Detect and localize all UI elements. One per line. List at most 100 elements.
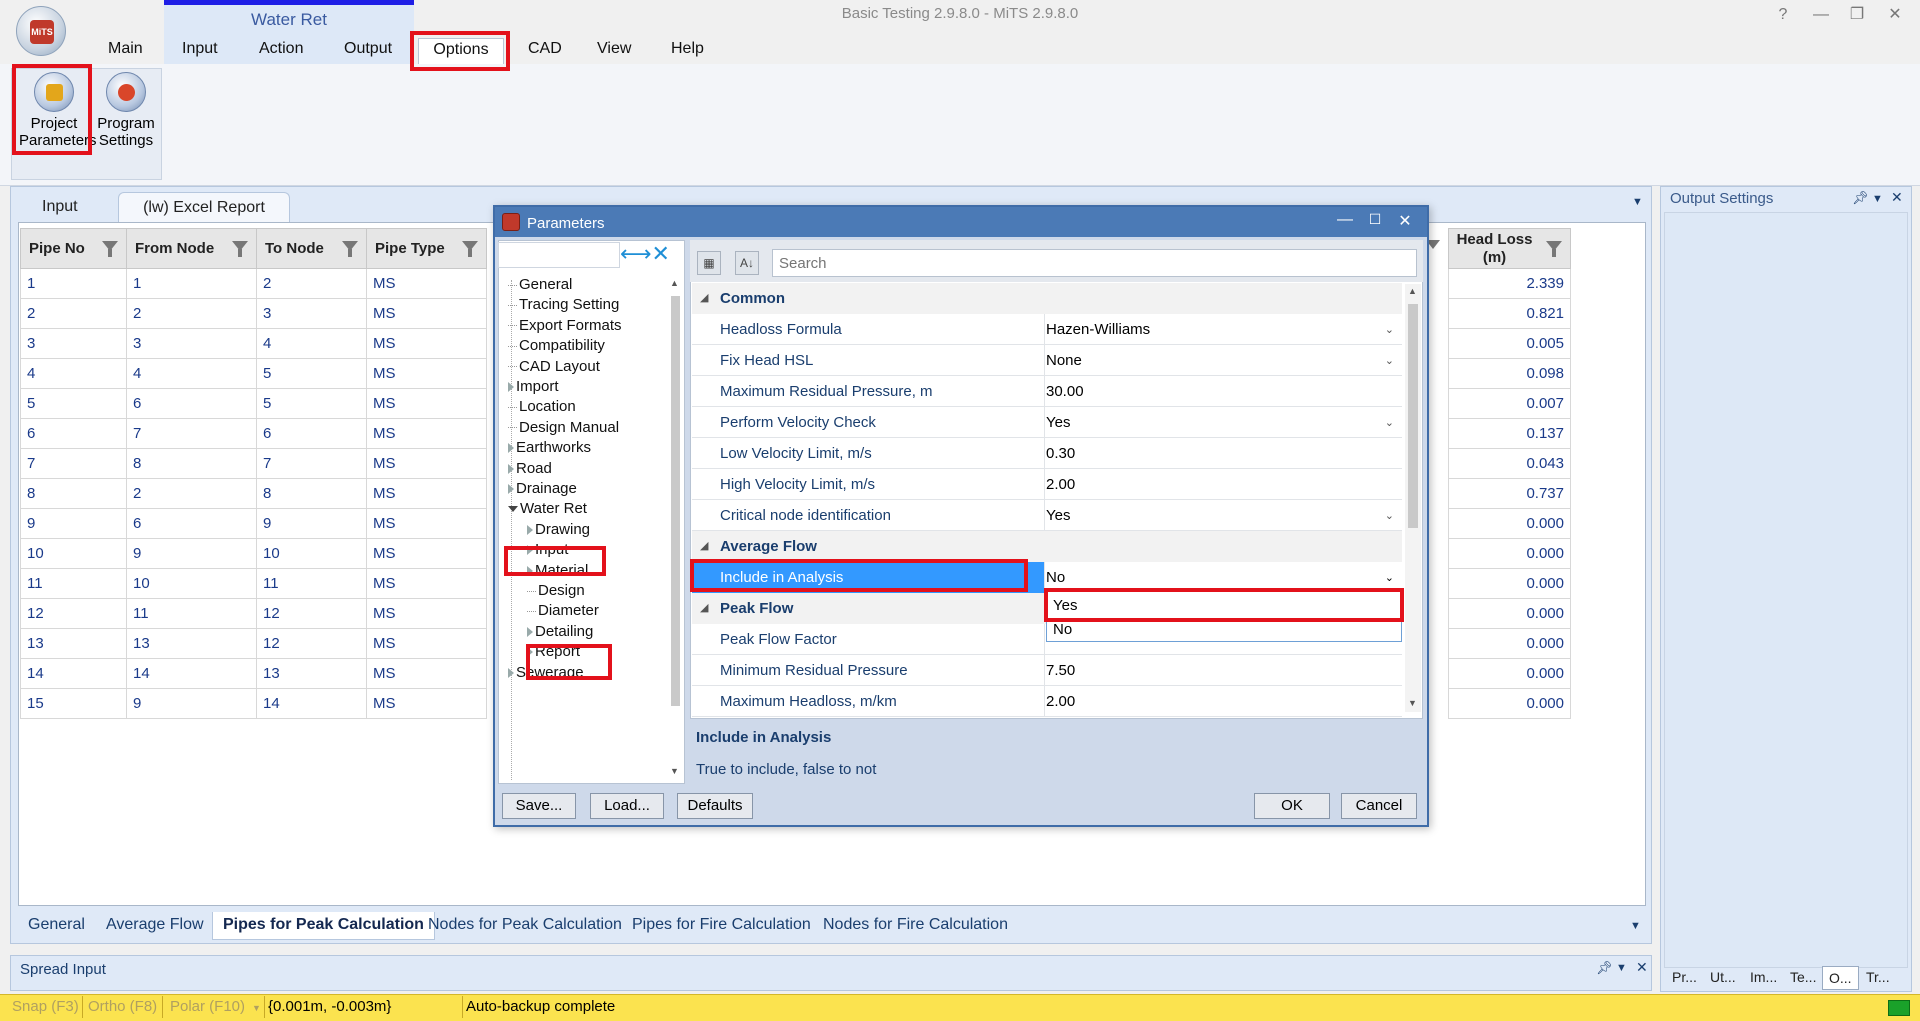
table-cell[interactable]: MS (366, 298, 487, 329)
filter-icon[interactable] (1546, 241, 1562, 257)
table-cell[interactable]: 10 (20, 538, 127, 569)
table-cell[interactable]: 14 (20, 658, 127, 689)
tree-item[interactable]: Export Formats (508, 317, 622, 334)
table-row[interactable]: 4 4 5 MS (20, 358, 487, 389)
filter-icon[interactable] (462, 241, 478, 257)
table-row[interactable]: 2 2 3 MS (20, 298, 487, 329)
dropdown-option-no[interactable]: No (1053, 621, 1072, 638)
table-cell[interactable]: 2 (256, 268, 367, 299)
doc-tabs-menu-icon[interactable]: ▼ (1632, 196, 1643, 208)
col-header-pipe-no[interactable]: Pipe No (20, 228, 127, 269)
table-cell[interactable]: 5 (20, 388, 127, 419)
table-cell[interactable]: MS (366, 628, 487, 659)
categorized-view-icon[interactable]: ▦ (697, 251, 721, 275)
table-cell[interactable]: 4 (126, 358, 257, 389)
chevron-down-icon[interactable]: ▼ (1872, 193, 1883, 205)
scroll-down-icon[interactable]: ▼ (1408, 698, 1417, 708)
table-row[interactable]: 0.000 (1448, 688, 1571, 719)
table-row[interactable]: 0.005 (1448, 328, 1571, 359)
table-cell[interactable]: 4 (256, 328, 367, 359)
table-row[interactable]: 15 9 14 MS (20, 688, 487, 719)
table-cell[interactable]: 9 (126, 688, 257, 719)
table-cell[interactable]: 1 (20, 268, 127, 299)
table-cell[interactable]: 3 (256, 298, 367, 329)
table-row[interactable]: 0.098 (1448, 358, 1571, 389)
tree-item[interactable]: Import (508, 378, 559, 395)
table-cell[interactable]: MS (366, 568, 487, 599)
tree-item[interactable]: Road (508, 460, 552, 477)
tree-item[interactable]: Diameter (527, 602, 599, 619)
table-row[interactable]: 3 3 4 MS (20, 328, 487, 359)
table-cell[interactable]: 3 (126, 328, 257, 359)
head-loss-cell[interactable]: 0.000 (1448, 598, 1571, 629)
tree-item[interactable]: Compatibility (508, 337, 605, 354)
table-row[interactable]: 13 13 12 MS (20, 628, 487, 659)
table-cell[interactable]: 7 (20, 448, 127, 479)
table-row[interactable]: 6 7 6 MS (20, 418, 487, 449)
table-row[interactable]: 1 1 2 MS (20, 268, 487, 299)
otab-ut[interactable]: Ut... (1704, 966, 1742, 990)
table-cell[interactable]: MS (366, 538, 487, 569)
table-row[interactable]: 0.000 (1448, 628, 1571, 659)
table-row[interactable]: 2.339 (1448, 268, 1571, 299)
expand-arrow-icon[interactable] (508, 484, 514, 495)
tree-item[interactable]: General (508, 276, 572, 293)
table-cell[interactable]: 2 (126, 478, 257, 509)
prop-critical-node[interactable]: Critical node identification Yes ⌄ (692, 500, 1402, 531)
col-header-from-node[interactable]: From Node (126, 228, 257, 269)
table-cell[interactable]: MS (366, 508, 487, 539)
table-cell[interactable]: 10 (256, 538, 367, 569)
table-cell[interactable]: 11 (256, 568, 367, 599)
table-row[interactable]: 10 9 10 MS (20, 538, 487, 569)
dialog-minimize-button[interactable]: — (1333, 211, 1357, 229)
table-row[interactable]: 0.000 (1448, 568, 1571, 599)
head-loss-cell[interactable]: 0.137 (1448, 418, 1571, 449)
prop-max-residual[interactable]: Maximum Residual Pressure, m 30.00 (692, 376, 1402, 407)
table-row[interactable]: 0.007 (1448, 388, 1571, 419)
table-cell[interactable]: MS (366, 328, 487, 359)
category-average-flow[interactable]: ◢ Average Flow (692, 531, 1402, 562)
dialog-titlebar[interactable] (495, 207, 1427, 237)
tree-item[interactable]: Water Ret (508, 500, 587, 517)
table-cell[interactable]: 9 (20, 508, 127, 539)
ortho-toggle[interactable]: Ortho (F8) (88, 998, 157, 1015)
table-cell[interactable]: MS (366, 268, 487, 299)
col-header-to-node[interactable]: To Node (256, 228, 367, 269)
table-cell[interactable]: MS (366, 658, 487, 689)
table-row[interactable]: 12 11 12 MS (20, 598, 487, 629)
table-row[interactable]: 0.737 (1448, 478, 1571, 509)
close-icon[interactable]: ✕ (1636, 959, 1648, 976)
prop-fix-head[interactable]: Fix Head HSL None ⌄ (692, 345, 1402, 376)
table-cell[interactable]: 8 (126, 448, 257, 479)
table-cell[interactable]: 8 (256, 478, 367, 509)
table-row[interactable]: 0.821 (1448, 298, 1571, 329)
table-cell[interactable]: 1 (126, 268, 257, 299)
head-loss-cell[interactable]: 0.043 (1448, 448, 1571, 479)
tree-item[interactable]: Design (527, 582, 585, 599)
tree-item[interactable]: Detailing (527, 623, 593, 640)
prop-high-velocity[interactable]: High Velocity Limit, m/s 2.00 (692, 469, 1402, 500)
filter-icon[interactable] (102, 241, 118, 257)
table-cell[interactable]: 2 (20, 298, 127, 329)
expand-arrow-icon[interactable] (527, 626, 533, 637)
help-button[interactable]: ? (1768, 4, 1798, 26)
scroll-up-icon[interactable]: ▲ (670, 278, 679, 288)
load-button[interactable]: Load... (590, 793, 664, 819)
expand-arrow-icon[interactable] (508, 382, 514, 393)
otab-o[interactable]: O... (1822, 966, 1859, 990)
btab-nodes-peak[interactable]: Nodes for Peak Calculation (418, 912, 632, 940)
property-search-input[interactable] (772, 249, 1417, 277)
expand-width-icon[interactable]: ⟷✕ (620, 243, 686, 267)
head-loss-cell[interactable]: 0.737 (1448, 478, 1571, 509)
chevron-down-icon[interactable]: ▼ (252, 1003, 261, 1013)
table-cell[interactable]: 5 (256, 358, 367, 389)
table-cell[interactable]: 14 (256, 688, 367, 719)
otab-tr[interactable]: Tr... (1860, 966, 1896, 990)
tab-action[interactable]: Action (251, 38, 311, 64)
doc-tab-excel-report[interactable]: (lw) Excel Report (118, 192, 290, 222)
table-cell[interactable]: 8 (20, 478, 127, 509)
table-cell[interactable]: 7 (256, 448, 367, 479)
head-loss-cell[interactable]: 0.000 (1448, 658, 1571, 689)
table-cell[interactable]: 13 (20, 628, 127, 659)
close-icon[interactable]: ✕ (1891, 189, 1903, 206)
